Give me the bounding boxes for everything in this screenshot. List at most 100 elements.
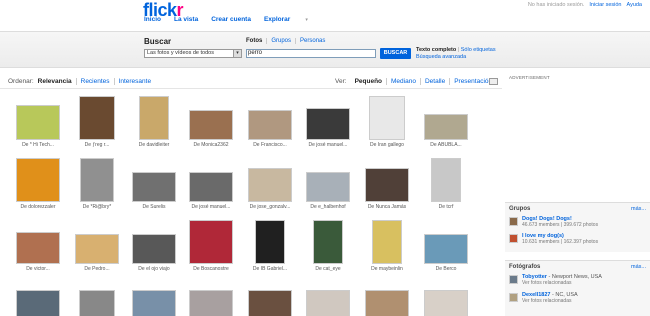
photo-owner-link[interactable]: De Nunca Jamás (357, 204, 417, 210)
photo-item[interactable]: De Pedro... (67, 216, 127, 272)
nav-explorar[interactable]: Explorar ▾ (264, 16, 321, 23)
photo-owner-link[interactable]: De tcrf (416, 204, 476, 210)
tab-personas[interactable]: Personas (296, 38, 329, 44)
photo-thumbnail[interactable] (431, 158, 461, 202)
search-button[interactable]: BUSCAR (380, 48, 411, 59)
photo-owner-link[interactable]: De Iran gallego (357, 142, 417, 148)
slideshow-icon[interactable] (489, 78, 498, 85)
photo-owner-link[interactable]: De Francisco... (240, 142, 300, 148)
tags-only-option[interactable]: Sólo etiquetas (461, 47, 496, 53)
nav-crear-cuenta[interactable]: Crear cuenta (211, 16, 251, 23)
photo-owner-link[interactable]: De victor... (8, 266, 68, 272)
photo-owner-link[interactable]: De dolorezzaler (8, 204, 68, 210)
photo-owner-link[interactable]: De ABUBLA... (416, 142, 476, 148)
photo-thumbnail[interactable] (255, 220, 285, 264)
photo-owner-link[interactable]: De Surelis (124, 204, 184, 210)
photo-item[interactable]: De cat_eye (298, 216, 358, 272)
photo-thumbnail[interactable] (16, 105, 60, 140)
photo-item[interactable]: De josé manuel... (181, 154, 241, 210)
photographer-item[interactable]: Tobyotter - Newport News, USA Ver fotos … (509, 274, 647, 286)
photo-item[interactable]: De Surelis (124, 154, 184, 210)
photo-thumbnail[interactable] (75, 234, 119, 264)
photo-owner-link[interactable]: De IB Gabriel... (240, 266, 300, 272)
photo-owner-link[interactable]: De el ojo viajo (124, 266, 184, 272)
photo-item[interactable]: De Monica2362 (181, 92, 241, 148)
view-pequeno[interactable]: Pequeño (351, 78, 388, 85)
photo-item[interactable]: De davidleiter (124, 92, 184, 148)
photo-item[interactable]: De dolorezzaler (8, 154, 68, 210)
group-item[interactable]: Dogs! Dogs! Dogs! 46.673 members | 399.6… (509, 216, 647, 228)
photo-owner-link[interactable]: De e_halbenhof (298, 204, 358, 210)
photo-thumbnail[interactable] (189, 110, 233, 140)
photo-thumbnail[interactable] (424, 234, 468, 264)
sort-recientes[interactable]: Recientes (77, 78, 115, 85)
photo-thumbnail[interactable] (248, 110, 292, 140)
photo-thumbnail[interactable] (369, 96, 405, 140)
photo-owner-link[interactable]: De ƒreg r... (67, 142, 127, 148)
photo-owner-link[interactable]: De jose_gonzalv... (240, 204, 300, 210)
groups-more-link[interactable]: más... (631, 206, 646, 212)
search-input[interactable]: perro (246, 49, 376, 58)
photo-item[interactable]: De e_halbenhof (298, 154, 358, 210)
photo-item[interactable] (416, 278, 476, 316)
photo-owner-link[interactable]: De Pedro... (67, 266, 127, 272)
photo-owner-link[interactable]: De * Hi Tech... (8, 142, 68, 148)
related-photos-link[interactable]: Ver fotos relacionadas (522, 298, 571, 304)
tab-grupos[interactable]: Grupos (267, 38, 297, 44)
photo-thumbnail[interactable] (189, 290, 233, 316)
view-mediano[interactable]: Mediano (387, 78, 421, 85)
photo-item[interactable]: De IB Gabriel... (240, 216, 300, 272)
photo-thumbnail[interactable] (306, 172, 350, 202)
view-detalle[interactable]: Detalle (421, 78, 451, 85)
nav-inicio[interactable]: Inicio (144, 16, 161, 23)
related-photos-link[interactable]: Ver fotos relacionadas (522, 280, 571, 286)
photo-thumbnail[interactable] (306, 290, 350, 316)
photo-thumbnail[interactable] (132, 172, 176, 202)
photo-thumbnail[interactable] (248, 290, 292, 316)
photo-item[interactable]: De ƒreg r... (67, 92, 127, 148)
photo-item[interactable]: De maybeinlin (357, 216, 417, 272)
photo-thumbnail[interactable] (365, 168, 409, 202)
photo-item[interactable]: De *Ri@bry* (67, 154, 127, 210)
photo-thumbnail[interactable] (16, 158, 60, 202)
photo-item[interactable]: De Iran gallego (357, 92, 417, 148)
photo-item[interactable] (357, 278, 417, 316)
photo-thumbnail[interactable] (139, 96, 169, 140)
photo-thumbnail[interactable] (306, 108, 350, 140)
signin-link[interactable]: Iniciar sesión (589, 2, 621, 8)
photo-item[interactable] (298, 278, 358, 316)
photo-item[interactable] (124, 278, 184, 316)
search-scope-select[interactable]: Las fotos y vídeos de todos ▾ (144, 49, 242, 58)
fulltext-option[interactable]: Texto completo (416, 47, 456, 53)
photo-thumbnail[interactable] (372, 220, 402, 264)
photo-item[interactable] (240, 278, 300, 316)
photo-item[interactable]: De Boscanostre (181, 216, 241, 272)
photo-owner-link[interactable]: De maybeinlin (357, 266, 417, 272)
photo-item[interactable]: De jose_gonzalv... (240, 154, 300, 210)
photo-item[interactable]: De Francisco... (240, 92, 300, 148)
photographers-more-link[interactable]: más... (631, 264, 646, 270)
nav-la-vista[interactable]: La vista (174, 16, 198, 23)
photo-item[interactable]: De tcrf (416, 154, 476, 210)
photo-owner-link[interactable]: De Monica2362 (181, 142, 241, 148)
help-link[interactable]: Ayuda (627, 2, 643, 8)
photo-item[interactable]: De el ojo viajo (124, 216, 184, 272)
photo-item[interactable]: De Nunca Jamás (357, 154, 417, 210)
photo-item[interactable]: De josé manuel... (298, 92, 358, 148)
photo-item[interactable] (181, 278, 241, 316)
photo-owner-link[interactable]: De *Ri@bry* (67, 204, 127, 210)
photo-thumbnail[interactable] (424, 290, 468, 316)
photo-thumbnail[interactable] (79, 96, 115, 140)
photo-thumbnail[interactable] (132, 234, 176, 264)
photo-item[interactable] (67, 278, 127, 316)
photo-thumbnail[interactable] (189, 220, 233, 264)
photo-thumbnail[interactable] (365, 290, 409, 316)
photo-owner-link[interactable]: De Berco (416, 266, 476, 272)
photo-item[interactable] (8, 278, 68, 316)
advanced-search-link[interactable]: Búsqueda avanzada (416, 54, 466, 60)
photo-owner-link[interactable]: De Boscanostre (181, 266, 241, 272)
group-item[interactable]: I love my dog(s) 10.631 members | 162.39… (509, 233, 647, 245)
photo-owner-link[interactable]: De josé manuel... (298, 142, 358, 148)
photo-owner-link[interactable]: De davidleiter (124, 142, 184, 148)
photo-item[interactable]: De Berco (416, 216, 476, 272)
